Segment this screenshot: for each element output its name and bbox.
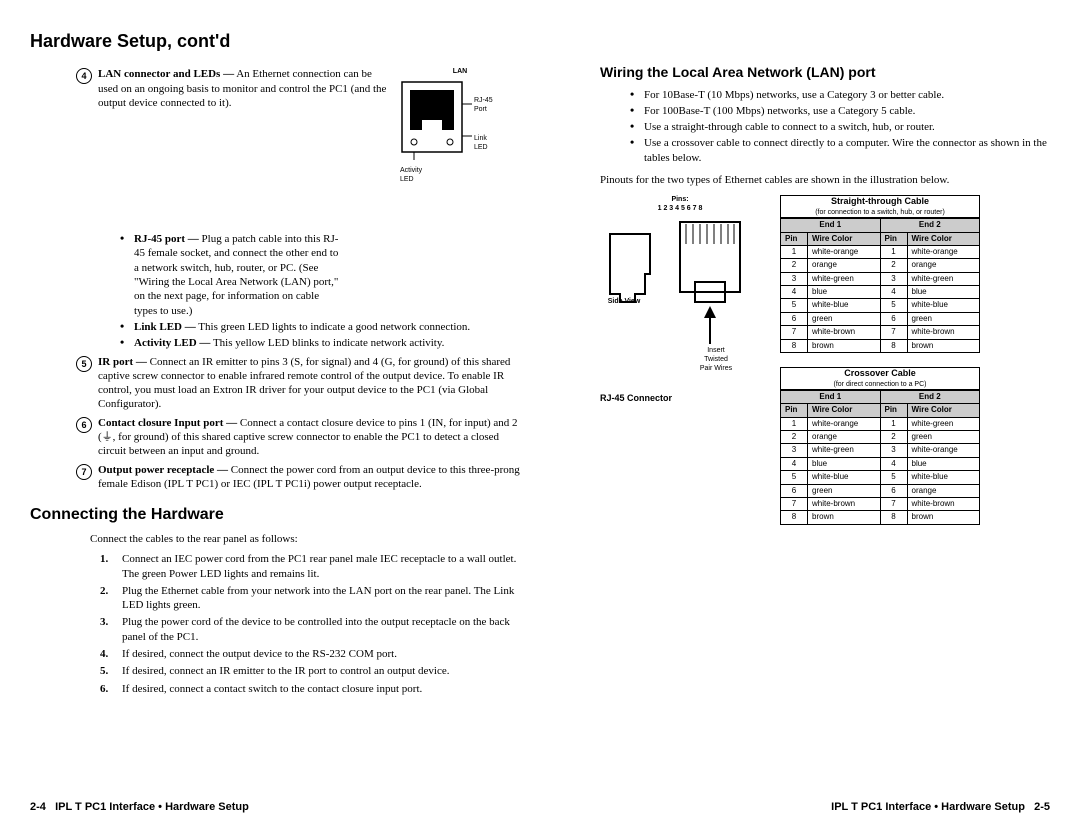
table-row: 2orange2green <box>781 431 980 444</box>
table-row: 4blue4blue <box>781 457 980 470</box>
pinout-intro: Pinouts for the two types of Ethernet ca… <box>600 173 1050 187</box>
item-4-sub-0: •RJ-45 port — Plug a patch cable into th… <box>120 232 520 318</box>
rj45-figure: Pins: 1 2 3 4 5 6 7 8 <box>600 195 760 404</box>
item-7: 7 Output power receptacle — Connect the … <box>76 463 520 492</box>
straight-through-table: Straight-through Cable (for connection t… <box>780 195 980 353</box>
table-row: 3white-green3white-orange <box>781 444 980 457</box>
page-footer: 2-4 IPL T PC1 Interface • Hardware Setup… <box>30 794 1050 814</box>
table-row: 1white-orange1white-orange <box>781 245 980 258</box>
connecting-heading: Connecting the Hardware <box>30 505 520 526</box>
crossover-table: Crossover Cable (for direct connection t… <box>780 367 980 525</box>
table-row: 6green6green <box>781 312 980 325</box>
wiring-bullet-3: •Use a crossover cable to connect direct… <box>630 136 1050 165</box>
step-3: 3.Plug the power cord of the device to b… <box>100 615 520 644</box>
circled-7-icon: 7 <box>76 464 92 480</box>
rj45-connector-icon <box>600 214 760 364</box>
table-row: 4blue4blue <box>781 286 980 299</box>
right-column: Wiring the Local Area Network (LAN) port… <box>560 63 1050 793</box>
wiring-bullet-2: •Use a straight-through cable to connect… <box>630 120 1050 134</box>
item-4-lead: LAN connector and LEDs — <box>98 68 234 80</box>
table-row: 7white-brown7white-brown <box>781 326 980 339</box>
lan-port-icon <box>400 76 520 166</box>
wiring-bullet-1: •For 100Base-T (100 Mbps) networks, use … <box>630 104 1050 118</box>
table-row: 5white-blue5white-blue <box>781 299 980 312</box>
table-row: 5white-blue5white-blue <box>781 471 980 484</box>
left-column: 4 LAN RJ-4 <box>30 63 520 793</box>
table-row: 8brown8brown <box>781 339 980 352</box>
step-4: 4.If desired, connect the output device … <box>100 647 520 661</box>
table-row: 2orange2orange <box>781 259 980 272</box>
item-4-sub-1: •Link LED — This green LED lights to ind… <box>120 320 520 334</box>
item-4: 4 LAN RJ-4 <box>76 67 520 228</box>
step-6: 6.If desired, connect a contact switch t… <box>100 682 520 696</box>
circled-6-icon: 6 <box>76 417 92 433</box>
circled-5-icon: 5 <box>76 356 92 372</box>
step-5: 5.If desired, connect an IR emitter to t… <box>100 664 520 678</box>
item-5: 5 IR port — Connect an IR emitter to pin… <box>76 355 520 412</box>
page-title: Hardware Setup, cont'd <box>30 30 1050 53</box>
lan-figure: LAN RJ-45 Port Link LED <box>400 67 520 224</box>
connecting-intro: Connect the cables to the rear panel as … <box>90 532 520 546</box>
table-row: 3white-green3white-green <box>781 272 980 285</box>
wiring-bullet-0: •For 10Base-T (10 Mbps) networks, use a … <box>630 88 1050 102</box>
table-row: 6green6orange <box>781 484 980 497</box>
wire-tables: Straight-through Cable (for connection t… <box>780 195 1050 538</box>
table-row: 1white-orange1white-green <box>781 417 980 430</box>
circled-4-icon: 4 <box>76 68 92 84</box>
table-row: 8brown8brown <box>781 511 980 524</box>
step-2: 2.Plug the Ethernet cable from your netw… <box>100 584 520 613</box>
wiring-heading: Wiring the Local Area Network (LAN) port <box>600 63 1050 81</box>
step-1: 1.Connect an IEC power cord from the PC1… <box>100 552 520 581</box>
item-4-sub-2: •Activity LED — This yellow LED blinks t… <box>120 336 520 350</box>
table-row: 7white-brown7white-brown <box>781 497 980 510</box>
item-6: 6 Contact closure Input port — Connect a… <box>76 416 520 459</box>
